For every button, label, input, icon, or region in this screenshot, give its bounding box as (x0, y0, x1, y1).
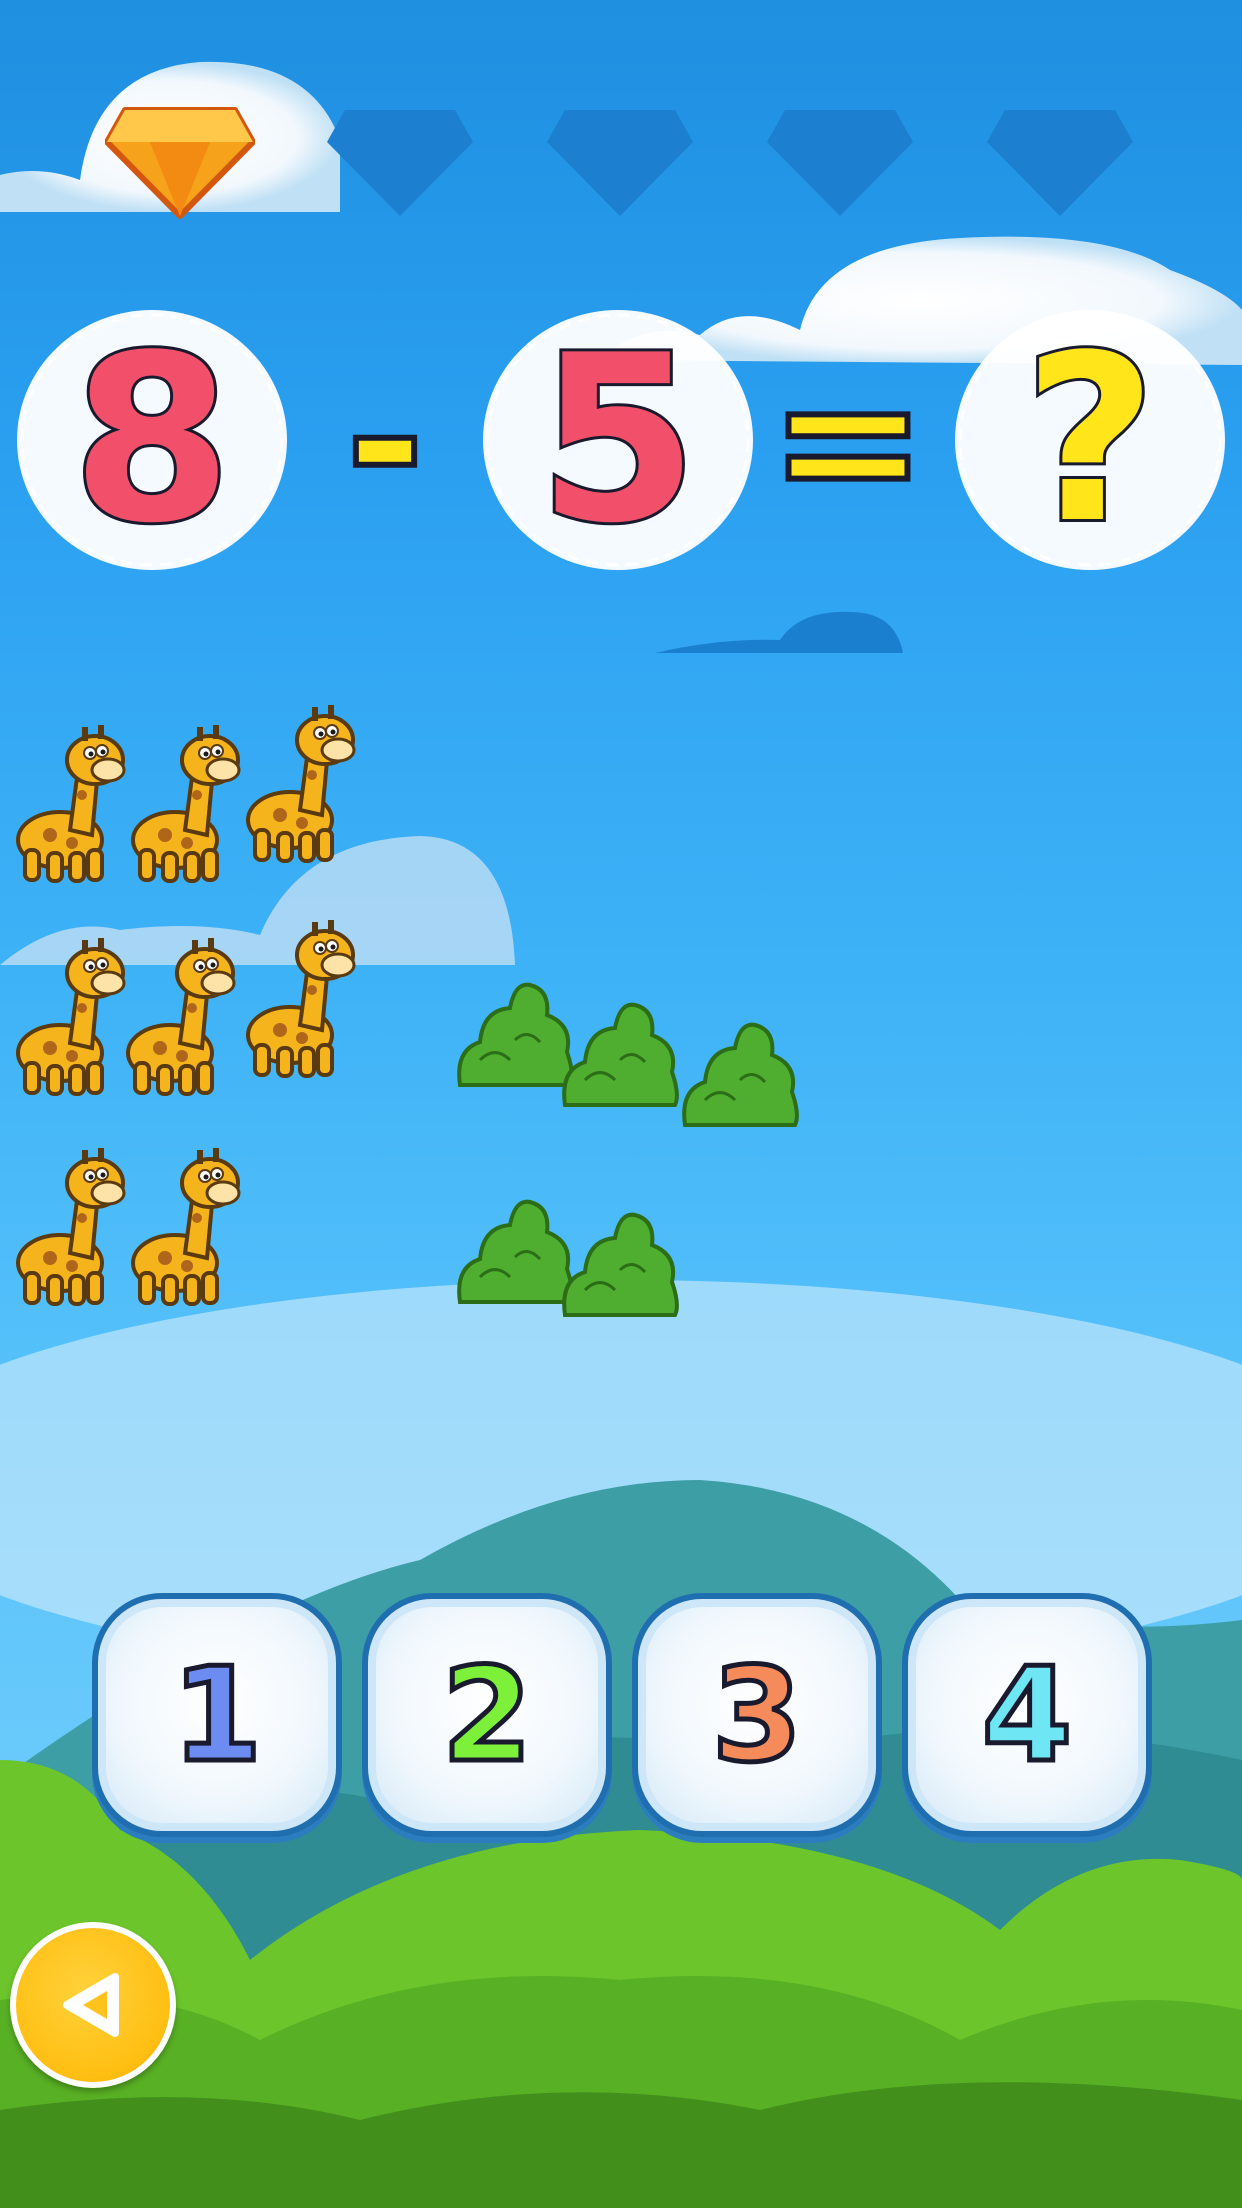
bush-icon (680, 1020, 800, 1130)
answer-button-3[interactable]: 3 (632, 1593, 882, 1837)
giraffe-icon (230, 695, 360, 865)
giraffe-icon (115, 1138, 245, 1308)
giraffe-icon (0, 715, 130, 885)
giraffe-icon (230, 910, 360, 1080)
bush-icon (560, 1210, 680, 1320)
answer-label: 3 (709, 1639, 804, 1791)
answer-label: 1 (169, 1639, 264, 1791)
giraffe-icon (110, 928, 240, 1098)
left-operand: 8 (69, 304, 235, 577)
answer-button-2[interactable]: 2 (362, 1593, 612, 1837)
gem-icon-empty (987, 110, 1133, 216)
cloud-small-dark (655, 611, 903, 653)
giraffe-icon (0, 1138, 130, 1308)
back-button[interactable] (10, 1922, 176, 2088)
equals-sign: = (765, 327, 930, 554)
answer-button-1[interactable]: 1 (92, 1593, 342, 1837)
bush-icon (455, 1197, 575, 1307)
answer-label: 4 (979, 1639, 1074, 1791)
bush-icon (455, 980, 575, 1090)
gem-icon-earned (105, 107, 255, 219)
bush-icon (560, 1000, 680, 1110)
unknown-result: ? (1020, 304, 1159, 577)
minus-sign: - (343, 327, 428, 554)
answer-button-4[interactable]: 4 (902, 1593, 1152, 1837)
giraffe-icon (115, 715, 245, 885)
gem-icon-empty (327, 110, 473, 216)
answer-label: 2 (439, 1639, 534, 1791)
gem-icon-empty (767, 110, 913, 216)
right-operand: 5 (535, 304, 701, 577)
back-arrow-icon (63, 1973, 119, 2037)
gem-icon-empty (547, 110, 693, 216)
